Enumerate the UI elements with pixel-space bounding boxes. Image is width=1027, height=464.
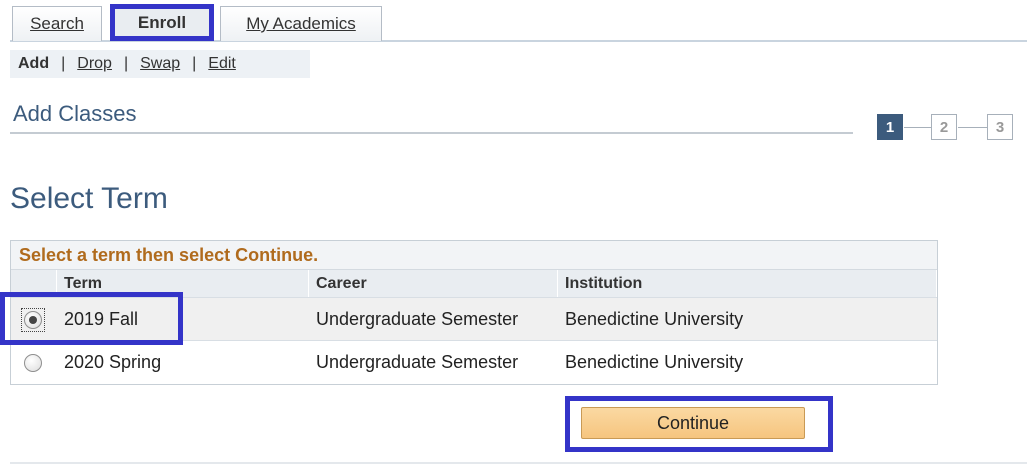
subnav-edit[interactable]: Edit [208,55,236,73]
institution-cell: Benedictine University [565,309,744,329]
highlight-box-term [0,292,183,345]
step-connector [904,127,931,128]
section-heading: Select Term [10,182,168,215]
table-row[interactable]: 2020 Spring Undergraduate Semester Bened… [11,340,937,383]
tab-my-academics-label: My Academics [246,14,356,33]
step-2: 2 [931,114,957,140]
career-cell: Undergraduate Semester [316,352,519,372]
title-divider [10,132,853,134]
enroll-subnav: Add | Drop | Swap | Edit [10,50,310,78]
term-cell: 2020 Spring [64,352,162,372]
tab-my-academics[interactable]: My Academics [220,6,382,41]
subnav-separator: | [61,55,66,72]
tab-search[interactable]: Search [12,6,102,41]
header-career: Career [309,270,558,297]
page-title: Add Classes [13,101,137,126]
header-institution: Institution [558,270,937,297]
institution-cell: Benedictine University [565,352,744,372]
tab-search-label: Search [30,14,84,33]
step-1: 1 [877,114,903,140]
step-3: 3 [987,114,1013,140]
subnav-drop[interactable]: Drop [77,55,112,73]
career-cell: Undergraduate Semester [316,309,519,329]
term-instruction: Select a term then select Continue. [11,241,937,270]
subnav-add[interactable]: Add [18,55,49,73]
term-radio-2020-spring[interactable] [24,354,42,372]
step-indicator: 1 2 3 [877,114,1022,142]
step-connector [958,127,987,128]
subnav-separator: | [192,55,197,72]
select-cell [11,341,57,384]
tab-enroll[interactable]: Enroll [110,4,214,41]
tab-bar: Search Enroll My Academics [0,0,1027,42]
subnav-swap[interactable]: Swap [140,55,180,73]
highlight-box-continue [565,396,833,452]
subnav-separator: | [123,55,129,72]
tab-enroll-label: Enroll [137,12,187,32]
